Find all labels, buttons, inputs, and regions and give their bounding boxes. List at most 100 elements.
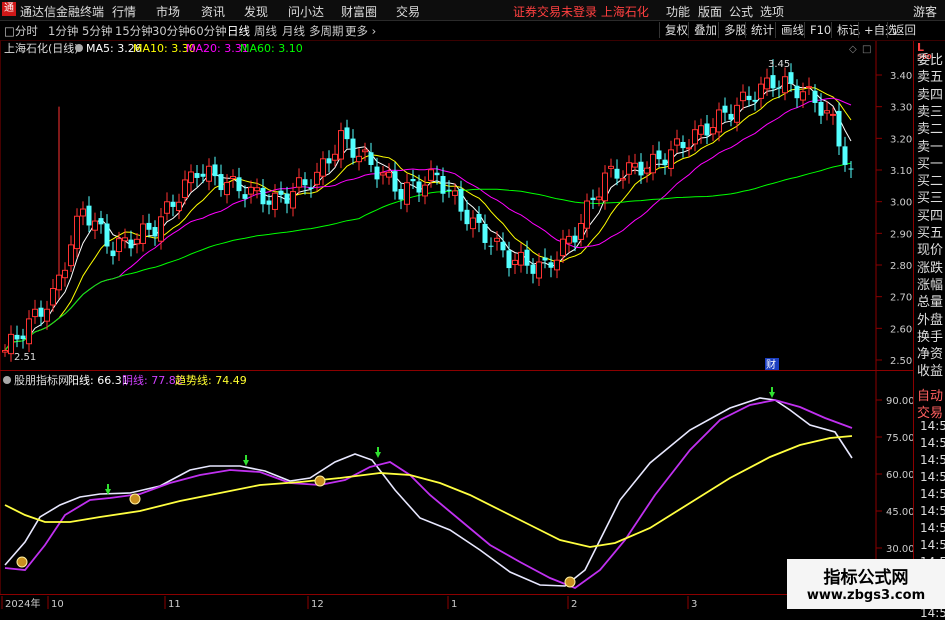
candle-body	[338, 130, 344, 160]
candle-body	[44, 308, 50, 322]
candle-body	[230, 176, 236, 180]
candle-body	[824, 110, 830, 114]
candle-body	[464, 209, 470, 225]
date-label: 12	[311, 599, 324, 609]
candle-body	[584, 200, 590, 229]
side-item[interactable]: 总量	[917, 291, 943, 310]
candle-body	[224, 182, 230, 196]
candle-body	[308, 187, 314, 190]
date-label: 10	[51, 599, 64, 609]
side-item[interactable]: 委比	[917, 49, 943, 68]
candle-body	[278, 190, 284, 195]
candle-body	[602, 172, 608, 202]
side-item[interactable]: 收益	[917, 360, 943, 379]
candle-body	[590, 197, 596, 201]
indicator-tick: 60.00	[886, 470, 915, 481]
trade-time: 14:56	[920, 436, 945, 450]
candle-body	[788, 72, 794, 84]
candle-body	[470, 217, 476, 230]
candle-body	[506, 250, 512, 269]
side-item[interactable]: 卖一	[917, 136, 943, 155]
indicator-settings-icon[interactable]	[3, 376, 11, 384]
settings-dot-icon[interactable]	[75, 44, 83, 52]
candle-body	[98, 218, 104, 225]
kline-chart[interactable]: 3.40 3.30 3.20 3.10 3.00 2.90 2.80 2.70 2.60 2.50…	[0, 0, 945, 609]
candle-body	[686, 147, 692, 150]
buy-arrow-icon	[243, 460, 249, 466]
candle-body	[524, 249, 530, 266]
candle-body	[182, 179, 188, 199]
side-item[interactable]: 卖三	[917, 101, 943, 120]
side-item[interactable]: 买五	[917, 222, 943, 241]
candle-body	[80, 208, 86, 217]
candle-body	[356, 155, 362, 163]
candle-body	[32, 308, 38, 318]
candle-body	[842, 146, 848, 165]
candle-body	[140, 223, 146, 244]
side-item[interactable]: 现价	[917, 239, 943, 258]
indicator-tick: 90.00	[886, 396, 915, 407]
side-item[interactable]: 外盘	[917, 309, 943, 328]
side-item[interactable]: 涨跌	[917, 257, 943, 276]
trade-time: 14:56	[920, 470, 945, 484]
expand-icon[interactable]: □	[862, 44, 871, 55]
side-item[interactable]: 换手	[917, 326, 943, 345]
side-item[interactable]: 卖五	[917, 66, 943, 85]
candle-body	[848, 168, 854, 170]
diamond-icon[interactable]: ◇	[849, 44, 857, 55]
candle-body	[740, 91, 746, 102]
side-item[interactable]: 卖二	[917, 118, 943, 137]
chart-title: 上海石化(日线)	[4, 41, 79, 55]
candle-body	[350, 138, 356, 158]
candle-body	[206, 165, 212, 182]
candle-body	[794, 85, 800, 99]
candle-body	[512, 259, 518, 266]
price-tick: 3.20	[890, 134, 912, 145]
candle-body	[320, 158, 326, 177]
candle-body	[326, 158, 332, 164]
candle-body	[236, 177, 242, 192]
candle-body	[290, 191, 296, 209]
candle-body	[452, 190, 458, 196]
side-item[interactable]: 买三	[917, 187, 943, 206]
watermark: 指标公式网 www.zbgs3.com	[787, 559, 945, 609]
money-bag-icon	[314, 475, 326, 487]
buy-arrow-icon	[375, 452, 381, 458]
trade-time: 14:56	[920, 419, 945, 433]
candle-body	[14, 334, 20, 340]
side-item[interactable]: 买四	[917, 205, 943, 224]
trend-line-label: 趋势线: 74.49	[175, 373, 247, 387]
candle-body	[272, 192, 278, 210]
candle-body	[608, 165, 614, 169]
candle-body	[68, 244, 74, 267]
date-label: 2024年	[5, 597, 40, 609]
side-item[interactable]: 净资	[917, 343, 943, 362]
candle-body	[344, 127, 350, 140]
candle-body	[632, 162, 638, 168]
price-tick: 3.40	[890, 71, 912, 82]
money-bag-icon	[129, 493, 141, 505]
price-tick: 2.50	[890, 356, 912, 367]
money-bag-icon	[564, 576, 576, 588]
side-item[interactable]: 买二	[917, 170, 943, 189]
candle-body	[782, 76, 788, 94]
candle-body	[770, 75, 776, 89]
candle-body	[146, 222, 152, 230]
candle-body	[542, 257, 548, 261]
candle-body	[188, 171, 194, 184]
candle-body	[572, 235, 578, 243]
candle-body	[494, 237, 500, 242]
candle-body	[380, 172, 386, 176]
side-item[interactable]: 涨幅	[917, 274, 943, 293]
candle-body	[650, 153, 656, 174]
candle-body	[248, 186, 254, 195]
candle-body	[710, 127, 716, 135]
side-item[interactable]: 买一	[917, 153, 943, 172]
candle-body	[656, 150, 662, 160]
candle-body	[746, 95, 752, 101]
side-item[interactable]: 卖四	[917, 84, 943, 103]
money-bag-icon	[16, 556, 28, 568]
candle-body	[530, 264, 536, 274]
indicator-tick: 45.00	[886, 507, 915, 518]
candle-body	[806, 86, 812, 89]
